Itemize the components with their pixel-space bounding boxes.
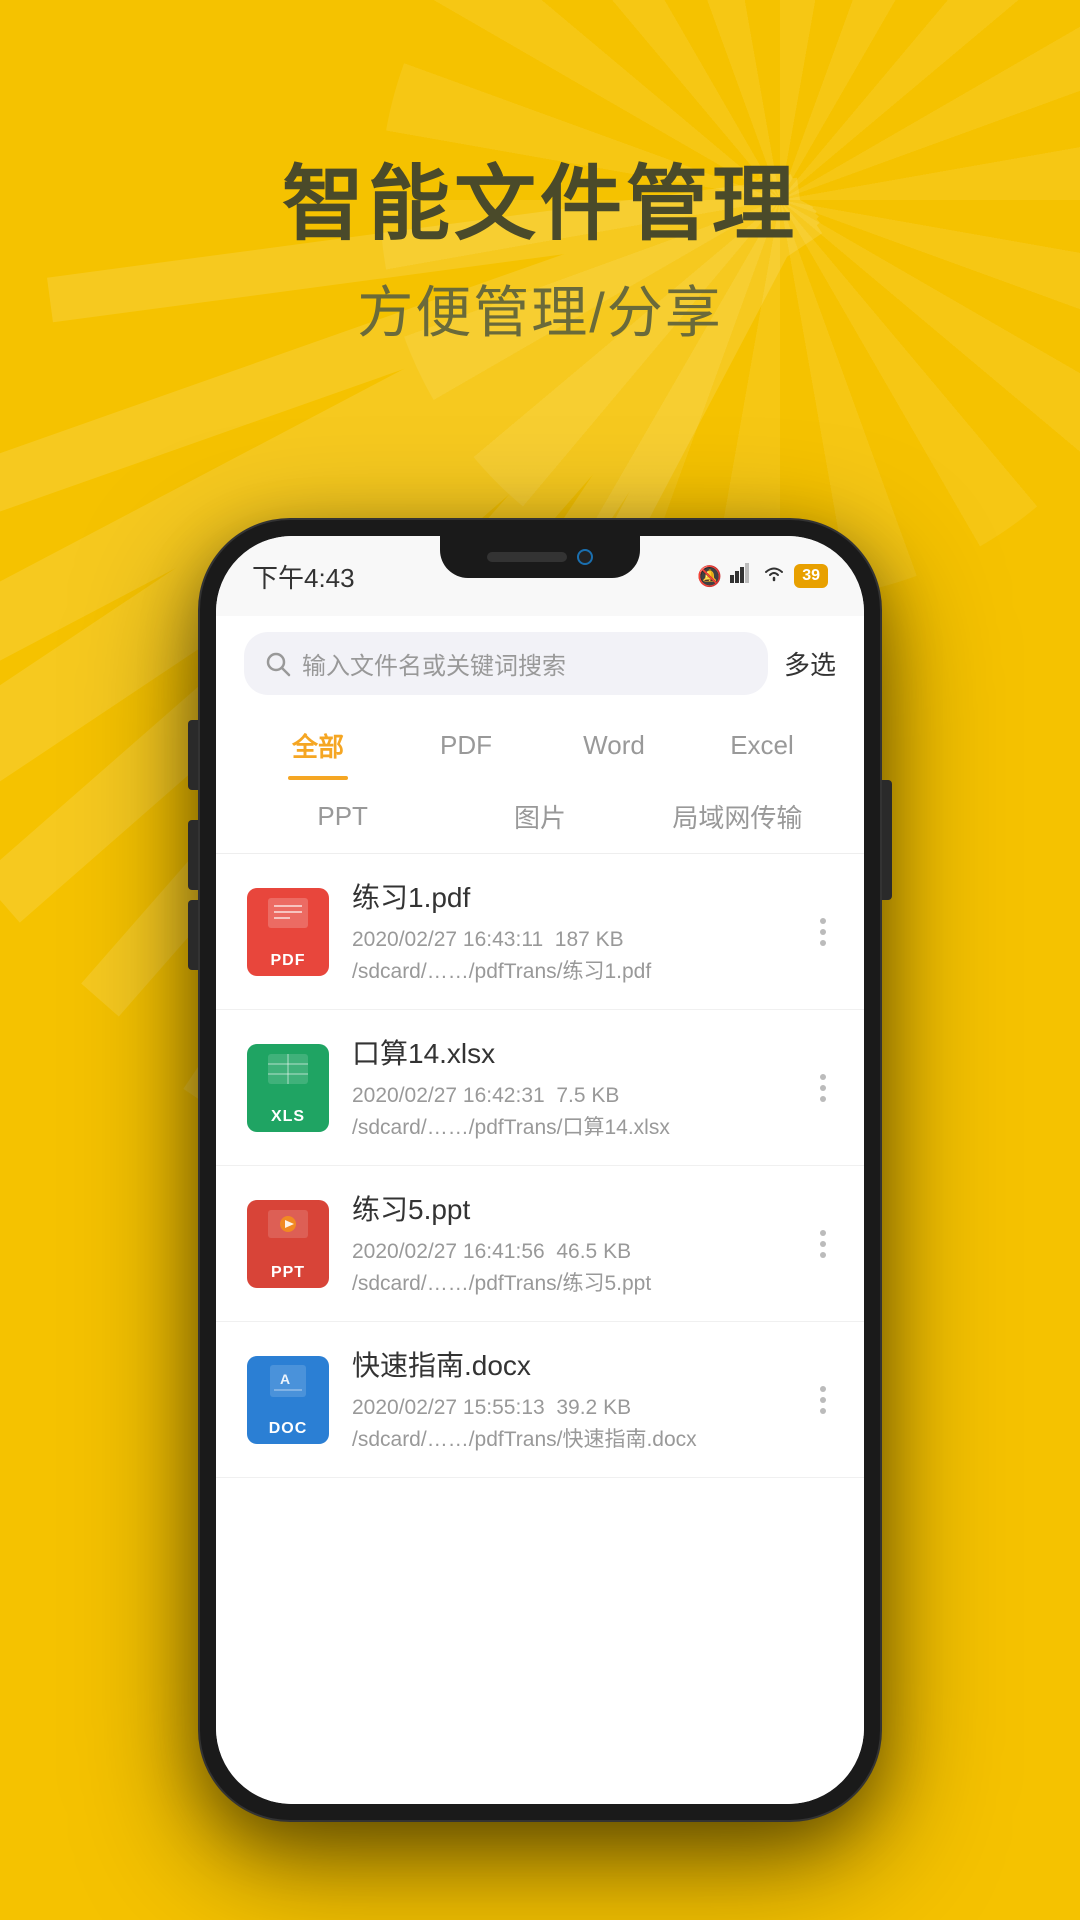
file-more-button[interactable]	[810, 908, 836, 956]
file-info: 快速指南.docx 2020/02/27 15:55:13 39.2 KB /s…	[352, 1344, 790, 1455]
file-meta: 2020/02/27 16:43:11 187 KB /sdcard/……/pd…	[352, 924, 790, 987]
file-more-button[interactable]	[810, 1376, 836, 1424]
multi-select-button[interactable]: 多选	[784, 645, 836, 682]
phone-outer: 下午4:43 🔕	[200, 520, 880, 1820]
file-meta: 2020/02/27 15:55:13 39.2 KB /sdcard/……/p…	[352, 1392, 790, 1455]
svg-text:A: A	[280, 1371, 290, 1387]
file-name: 练习5.ppt	[352, 1188, 790, 1228]
file-info: 口算14.xlsx 2020/02/27 16:42:31 7.5 KB /sd…	[352, 1032, 790, 1143]
file-icon-doc: A	[244, 1356, 332, 1444]
file-name: 口算14.xlsx	[352, 1032, 790, 1072]
phone-mockup: 下午4:43 🔕	[200, 520, 880, 1820]
search-placeholder: 输入文件名或关键词搜索	[302, 646, 566, 681]
file-icon-pdf	[244, 888, 332, 976]
status-time: 下午4:43	[252, 558, 355, 595]
file-meta: 2020/02/27 16:41:56 46.5 KB /sdcard/……/p…	[352, 1236, 790, 1299]
file-icon-xls	[244, 1044, 332, 1132]
status-bar: 下午4:43 🔕	[216, 536, 864, 616]
camera	[577, 549, 593, 565]
file-more-button[interactable]	[810, 1220, 836, 1268]
tab-word[interactable]: Word	[540, 710, 688, 777]
file-item[interactable]: 练习1.pdf 2020/02/27 16:43:11 187 KB /sdca…	[216, 854, 864, 1010]
bell-icon: 🔕	[697, 564, 722, 589]
tab-pdf[interactable]: PDF	[392, 710, 540, 777]
file-list: 练习1.pdf 2020/02/27 16:43:11 187 KB /sdca…	[216, 854, 864, 1804]
file-name: 练习1.pdf	[352, 876, 790, 916]
file-item[interactable]: 练习5.ppt 2020/02/27 16:41:56 46.5 KB /sdc…	[216, 1166, 864, 1322]
phone-screen: 下午4:43 🔕	[216, 536, 864, 1804]
tabs-row-2: PPT 图片 局域网传输	[216, 780, 864, 854]
status-icons: 🔕	[697, 563, 828, 589]
wifi-icon	[762, 564, 786, 588]
tab-ppt[interactable]: PPT	[244, 783, 441, 850]
sub-title: 方便管理/分享	[0, 268, 1080, 349]
file-more-button[interactable]	[810, 1064, 836, 1112]
signal-icon	[730, 563, 754, 589]
file-info: 练习5.ppt 2020/02/27 16:41:56 46.5 KB /sdc…	[352, 1188, 790, 1299]
file-item[interactable]: 口算14.xlsx 2020/02/27 16:42:31 7.5 KB /sd…	[216, 1010, 864, 1166]
header-section: 智能文件管理 方便管理/分享	[0, 160, 1080, 349]
file-item[interactable]: A 快速指南.docx 2020/02/27 15:55:13 39.2 KB …	[216, 1322, 864, 1478]
file-meta: 2020/02/27 16:42:31 7.5 KB /sdcard/……/pd…	[352, 1080, 790, 1143]
search-input-wrap[interactable]: 输入文件名或关键词搜索	[244, 632, 768, 695]
file-name: 快速指南.docx	[352, 1344, 790, 1384]
file-icon-ppt	[244, 1200, 332, 1288]
search-icon	[264, 650, 292, 678]
notch	[440, 536, 640, 578]
main-title: 智能文件管理	[0, 160, 1080, 250]
speaker	[487, 552, 567, 562]
tab-excel[interactable]: Excel	[688, 710, 836, 777]
tab-images[interactable]: 图片	[441, 780, 638, 853]
tab-lan-transfer[interactable]: 局域网传输	[639, 780, 836, 853]
tabs-row-1: 全部 PDF Word Excel	[216, 707, 864, 780]
search-bar-row: 输入文件名或关键词搜索 多选	[216, 616, 864, 707]
file-info: 练习1.pdf 2020/02/27 16:43:11 187 KB /sdca…	[352, 876, 790, 987]
tab-all[interactable]: 全部	[244, 707, 392, 780]
battery-badge: 39	[794, 564, 828, 588]
